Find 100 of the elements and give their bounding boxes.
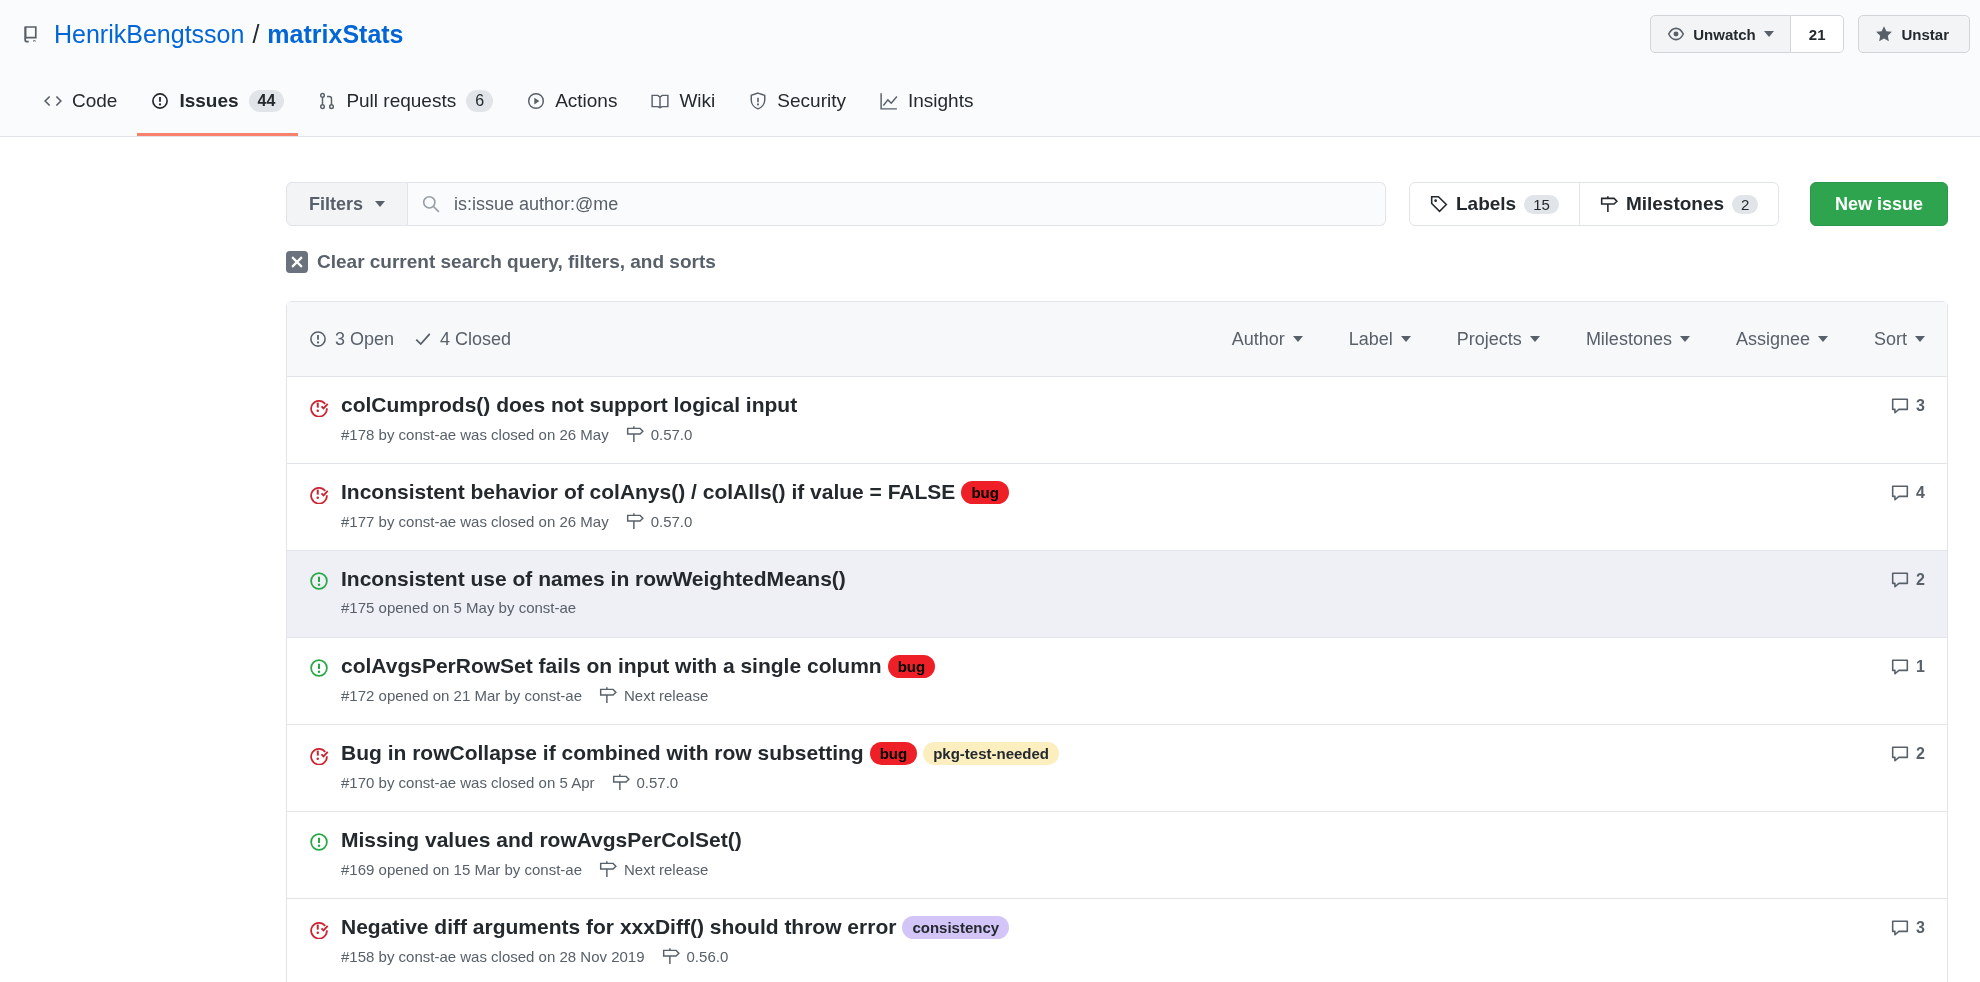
comment-icon: [1891, 745, 1910, 763]
graph-icon: [879, 91, 898, 110]
close-icon: [286, 251, 308, 273]
milestone-link[interactable]: Next release: [598, 686, 709, 704]
repo-tab[interactable]: Security: [735, 68, 860, 136]
caret-icon: [1818, 336, 1828, 342]
star-icon: [1875, 25, 1894, 43]
shield-icon: [749, 91, 768, 110]
issue-label[interactable]: bug: [869, 741, 918, 765]
milestone-link[interactable]: 0.56.0: [660, 947, 729, 965]
issue-meta: #177 by const-ae was closed on 26 May: [341, 512, 609, 530]
eye-icon: [1667, 25, 1686, 43]
unstar-button[interactable]: Unstar: [1858, 15, 1970, 53]
issue-title-link[interactable]: Inconsistent use of names in rowWeightedMeans(): [341, 567, 846, 591]
repo-tab[interactable]: Issues 44: [137, 68, 299, 136]
comments-link[interactable]: 2: [1891, 745, 1925, 763]
caret-icon: [1400, 336, 1411, 342]
issue-title-link[interactable]: Inconsistent behavior of colAnys() / colAlls() if value = FALSE: [341, 480, 956, 504]
open-issue-icon: [309, 832, 329, 852]
path-separator: /: [252, 19, 260, 49]
issue-meta: #172 opened on 21 Mar by const-ae: [341, 686, 582, 704]
issue-row[interactable]: Missing values and rowAvgsPerColSet() #169 opened on 15 Mar by const-ae Next release: [287, 812, 1947, 899]
comment-icon: [1891, 658, 1910, 676]
caret-icon: [1763, 31, 1774, 37]
open-issue-icon: [309, 571, 329, 591]
caret-icon: [375, 201, 386, 207]
issue-title-link[interactable]: colAvgsPerRowSet fails on input with a single column: [341, 654, 882, 678]
issue-label[interactable]: bug: [887, 654, 936, 678]
issue-title-link[interactable]: Bug in rowCollapse if combined with row subsetting: [341, 741, 864, 765]
issue-title-link[interactable]: colCumprods() does not support logical input: [341, 393, 798, 417]
open-issue-icon: [309, 658, 329, 678]
watchers-count[interactable]: 21: [1790, 15, 1845, 53]
milestone-icon: [624, 425, 645, 443]
issue-row[interactable]: colAvgsPerRowSet fails on input with a single column bug #172 opened on 21 Mar by const-ae Next release 1: [287, 638, 1947, 725]
search-icon: [422, 195, 441, 213]
tag-icon: [1430, 195, 1448, 213]
milestone-link[interactable]: 0.57.0: [624, 512, 693, 530]
closed-issue-icon: [309, 397, 329, 417]
issue-meta: #175 opened on 5 May by const-ae: [341, 599, 577, 616]
unwatch-button[interactable]: Unwatch: [1650, 15, 1791, 53]
issue-state-link[interactable]: 3 Open: [309, 328, 395, 350]
issue-meta: #158 by const-ae was closed on 28 Nov 2019: [341, 947, 645, 965]
clear-query-link[interactable]: Clear current search query, filters, and sorts: [286, 251, 716, 273]
pull-request-icon: [318, 91, 337, 110]
repo-tab[interactable]: Wiki: [637, 68, 730, 136]
comments-link[interactable]: 1: [1891, 658, 1925, 676]
repo-tab[interactable]: Code: [30, 68, 132, 136]
issue-row[interactable]: Negative diff arguments for xxxDiff() should throw error consistency #158 by const-ae was closed on 28 Nov 2019 0.56.0 3: [287, 899, 1947, 982]
milestone-link[interactable]: Next release: [598, 860, 709, 878]
filter-menu[interactable]: Author: [1231, 328, 1303, 350]
comment-icon: [1891, 397, 1910, 415]
repository-icon: [22, 25, 40, 43]
filter-menu[interactable]: Projects: [1456, 328, 1540, 350]
caret-icon: [1915, 336, 1925, 342]
repo-tab[interactable]: Pull requests 6: [304, 68, 508, 136]
caret-icon: [1292, 336, 1303, 342]
filter-menu[interactable]: Milestones: [1585, 328, 1690, 350]
repo-owner-link[interactable]: HenrikBengtsson: [54, 19, 245, 49]
closed-issue-icon: [309, 745, 329, 765]
filter-menu[interactable]: Assignee: [1735, 328, 1828, 350]
closed-issue-icon: [309, 919, 329, 939]
milestone-icon: [610, 773, 631, 791]
search-input[interactable]: is:issue author:@me: [452, 192, 1385, 216]
issue-title-link[interactable]: Missing values and rowAvgsPerColSet(): [341, 828, 742, 852]
issue-label[interactable]: pkg-test-needed: [923, 741, 1060, 765]
milestone-icon: [598, 686, 618, 704]
issue-meta: #178 by const-ae was closed on 26 May: [341, 425, 609, 443]
search-field[interactable]: is:issue author:@me: [408, 182, 1386, 226]
issue-row[interactable]: Inconsistent use of names in rowWeightedMeans() #175 opened on 5 May by const-ae 2: [287, 551, 1947, 638]
closed-issue-icon: [309, 484, 329, 504]
comments-link[interactable]: 3: [1891, 919, 1925, 937]
issue-icon: [151, 91, 170, 110]
milestone-icon: [1599, 195, 1618, 213]
milestone-link[interactable]: 0.57.0: [610, 773, 679, 791]
milestones-button[interactable]: Milestones 2: [1578, 183, 1779, 225]
issue-title-link[interactable]: Negative diff arguments for xxxDiff() should throw error: [341, 915, 897, 939]
issue-icon: [309, 330, 327, 348]
labels-button[interactable]: Labels 15: [1410, 183, 1579, 225]
milestone-icon: [660, 947, 681, 965]
caret-icon: [1679, 336, 1690, 342]
comments-link[interactable]: 2: [1891, 571, 1925, 589]
filters-button[interactable]: Filters: [286, 182, 409, 226]
comment-icon: [1891, 919, 1910, 937]
issue-label[interactable]: bug: [961, 480, 1009, 504]
issue-row[interactable]: Bug in rowCollapse if combined with row subsetting bug pkg-test-needed #170 by const-ae was closed on 5 Apr 0.57.0 2: [287, 725, 1947, 812]
issue-row[interactable]: colCumprods() does not support logical input #178 by const-ae was closed on 26 May 0.57.0 3: [287, 377, 1947, 464]
comments-link[interactable]: 4: [1891, 484, 1925, 502]
repo-tab[interactable]: Insights: [865, 68, 988, 136]
issue-meta: #169 opened on 15 Mar by const-ae: [341, 860, 582, 878]
caret-icon: [1529, 336, 1540, 342]
milestone-link[interactable]: 0.57.0: [624, 425, 693, 443]
issue-label[interactable]: consistency: [902, 915, 1010, 939]
repo-name-link[interactable]: matrixStats: [267, 19, 404, 49]
milestone-icon: [598, 860, 618, 878]
comments-link[interactable]: 3: [1891, 397, 1925, 415]
repo-tab[interactable]: Actions: [513, 68, 632, 136]
filter-menu[interactable]: Sort: [1874, 328, 1925, 350]
play-icon: [527, 91, 546, 110]
filter-menu[interactable]: Label: [1348, 328, 1411, 350]
issue-state-link[interactable]: 4 Closed: [414, 328, 512, 350]
